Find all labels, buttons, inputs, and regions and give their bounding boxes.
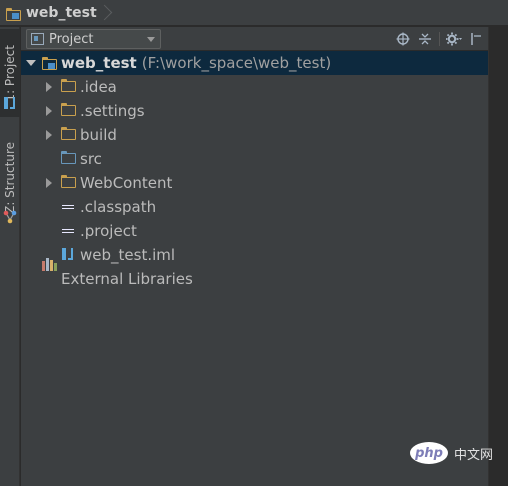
hide-icon[interactable]: [468, 31, 484, 47]
expand-arrow[interactable]: [41, 79, 57, 95]
eclipse-file-icon: [61, 223, 77, 239]
panel-toolbar: [395, 30, 484, 48]
project-tool-icon: [3, 96, 17, 110]
folder-icon: [61, 103, 77, 119]
view-selector[interactable]: Project: [26, 29, 161, 49]
chevron-right-icon: [101, 3, 109, 23]
tree-root[interactable]: web_test (F:\work_space\web_test): [21, 51, 488, 75]
view-selector-label: Project: [49, 31, 94, 47]
tree-external-libraries[interactable]: External Libraries: [21, 258, 488, 291]
eclipse-file-icon: [61, 199, 77, 215]
tab-project-label: 1: Project: [3, 44, 17, 102]
gear-icon[interactable]: [446, 31, 462, 47]
project-folder-icon: [42, 55, 58, 71]
project-panel: Project web_test (F:\work_space\web_test…: [21, 27, 488, 486]
right-tool-strip: [488, 27, 508, 486]
tree-item-label: web_test.iml: [80, 246, 176, 264]
tree-item-label: External Libraries: [61, 270, 193, 288]
tree-item-label: .project: [80, 222, 137, 240]
tree-item[interactable]: .project: [21, 219, 488, 243]
panel-header: Project: [21, 27, 488, 51]
project-view-icon: [31, 33, 44, 45]
tree-item-label: .classpath: [80, 198, 157, 216]
tree-item-label: .idea: [80, 78, 117, 96]
tree-root-path: (F:\work_space\web_test): [141, 54, 332, 72]
expand-arrow[interactable]: [41, 175, 57, 191]
tree-item[interactable]: build: [21, 123, 488, 147]
breadcrumb-root[interactable]: web_test: [26, 5, 97, 21]
tree-item-label: build: [80, 126, 117, 144]
tree-item-label: src: [80, 150, 102, 168]
project-tree: web_test (F:\work_space\web_test) .idea …: [21, 51, 488, 291]
libraries-icon: [42, 258, 58, 287]
tree-item[interactable]: .classpath: [21, 195, 488, 219]
folder-icon: [61, 175, 77, 191]
project-folder-icon: [6, 6, 22, 21]
expand-arrow[interactable]: [41, 103, 57, 119]
tree-item[interactable]: .idea: [21, 75, 488, 99]
crosshair-icon[interactable]: [395, 31, 411, 47]
module-file-icon: [61, 247, 77, 263]
toolbar-separator: [439, 32, 440, 46]
tree-root-name: web_test: [61, 54, 137, 72]
tree-item[interactable]: WebContent: [21, 171, 488, 195]
collapse-all-icon[interactable]: [417, 31, 433, 47]
expand-arrow[interactable]: [23, 55, 39, 71]
tree-item[interactable]: web_test.iml: [21, 243, 488, 267]
tool-window-strip: 1: Project Z: Structure: [0, 27, 20, 486]
tab-structure-label: Z: Structure: [3, 142, 17, 214]
tree-item[interactable]: src: [21, 147, 488, 171]
folder-icon: [61, 127, 77, 143]
watermark-text: 中文网: [454, 447, 494, 463]
structure-tool-icon: [3, 209, 17, 224]
chevron-down-icon: [147, 37, 155, 42]
source-folder-icon: [61, 151, 77, 167]
tree-item-label: WebContent: [80, 174, 173, 192]
watermark-logo: php: [410, 442, 448, 464]
navigation-bar: web_test: [0, 0, 508, 26]
folder-icon: [61, 79, 77, 95]
expand-arrow[interactable]: [23, 271, 39, 287]
watermark: php 中文网: [410, 442, 493, 464]
tree-item[interactable]: .settings: [21, 99, 488, 123]
tree-item-label: .settings: [80, 102, 145, 120]
expand-arrow[interactable]: [41, 127, 57, 143]
